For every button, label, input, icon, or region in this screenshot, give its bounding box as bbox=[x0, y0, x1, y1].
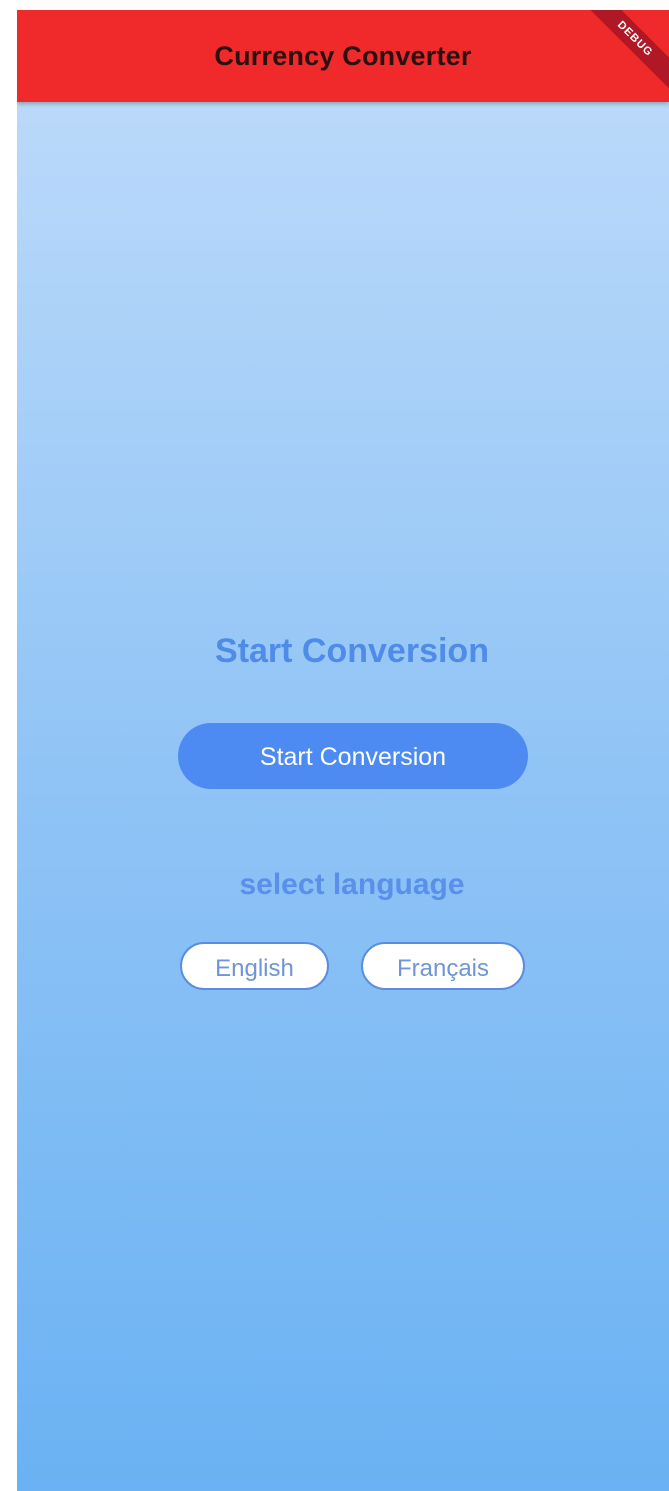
app-screen: Currency Converter DEBUG Start Conversio… bbox=[17, 10, 669, 1491]
select-language-label: select language bbox=[239, 868, 465, 901]
app-bar: Currency Converter DEBUG bbox=[17, 10, 669, 104]
language-english-button[interactable]: English bbox=[180, 942, 329, 990]
start-conversion-button[interactable]: Start Conversion bbox=[178, 723, 528, 789]
page-heading: Start Conversion bbox=[215, 632, 489, 670]
language-french-button[interactable]: Français bbox=[361, 942, 525, 990]
app-title: Currency Converter bbox=[214, 41, 472, 71]
main-content: Start Conversion Start Conversion select… bbox=[17, 102, 669, 1491]
